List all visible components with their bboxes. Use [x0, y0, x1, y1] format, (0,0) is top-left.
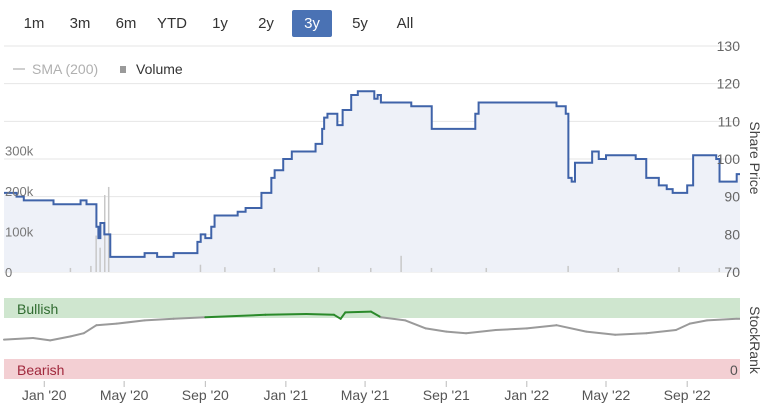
- volume-bar: [485, 267, 488, 272]
- volume-legend-label[interactable]: Volume: [136, 61, 183, 77]
- stockrank-segment: [465, 329, 497, 335]
- volume-tick-label: 300k: [5, 144, 34, 159]
- volume-bar: [107, 186, 110, 272]
- volume-bar: [317, 267, 320, 272]
- bullish-zone: [4, 298, 740, 318]
- x-tick-label: Jan '21: [263, 387, 308, 403]
- volume-bar: [99, 247, 101, 272]
- volume-legend-marker: [120, 66, 126, 73]
- x-tick-label: Jan '20: [22, 387, 67, 403]
- stockrank-segment: [49, 335, 72, 342]
- volume-bar: [273, 267, 276, 272]
- volume-bar: [400, 255, 402, 272]
- stockrank-segment: [688, 319, 708, 325]
- volume-bar: [69, 267, 72, 272]
- volume-bar: [567, 265, 569, 272]
- x-tick-label: May '22: [582, 387, 631, 403]
- stockrank-segment: [95, 322, 118, 327]
- price-tick-label: 90: [724, 189, 740, 205]
- stockrank-segment: [585, 330, 617, 336]
- stockrank-segment: [82, 324, 98, 335]
- x-axis-ticks: Jan '20 May '20 Sep '20 Jan '21 May '21 Sep '…: [22, 381, 711, 403]
- volume-tick-label: 0: [5, 265, 12, 280]
- volume-bar: [718, 267, 721, 272]
- stockrank-segment: [3, 337, 35, 341]
- volume-bar: [617, 267, 620, 272]
- bullish-zone-label: Bullish: [17, 301, 58, 317]
- stockrank-segment: [445, 330, 468, 335]
- stockrank-segment: [614, 332, 648, 336]
- bearish-zone-label: Bearish: [17, 362, 64, 378]
- stockrank-segment: [525, 324, 558, 330]
- stockrank-segment: [32, 337, 52, 342]
- stockrank-segment: [424, 327, 448, 333]
- stockrank-segment: [305, 313, 336, 316]
- stockrank-segment: [115, 319, 146, 325]
- price-tick-label: 70: [724, 264, 740, 280]
- x-tick-label: Sep '20: [182, 387, 229, 403]
- sma-legend-label[interactable]: SMA (200): [32, 61, 98, 77]
- x-tick-label: May '21: [341, 387, 390, 403]
- volume-tick-label: 200k: [5, 184, 34, 199]
- price-axis-label: Share Price: [747, 121, 763, 194]
- stockrank-axis-label: StockRank: [747, 306, 763, 375]
- stockrank-segment: [555, 324, 588, 333]
- price-tick-label: 80: [724, 226, 740, 242]
- volume-bar: [430, 267, 433, 272]
- volume-bar: [90, 265, 92, 272]
- bearish-zone: [4, 359, 740, 379]
- stockrank-segment: [494, 327, 528, 331]
- volume-bar: [224, 267, 226, 272]
- volume-bar: [199, 264, 202, 272]
- price-tick-label: 130: [717, 38, 741, 54]
- stockrank-segment: [705, 317, 738, 322]
- x-tick-label: Sep '22: [664, 387, 711, 403]
- stockrank-segment: [264, 313, 308, 316]
- stockrank-segment: [344, 310, 373, 314]
- volume-tick-label: 100k: [5, 225, 34, 240]
- x-tick-label: Sep '21: [423, 387, 470, 403]
- price-area-fill: [4, 91, 740, 272]
- chart-canvas: 130 120 110 100 90 80 70 300k 200k 100k 0 Share P…: [3, 38, 763, 403]
- volume-bar: [95, 235, 97, 272]
- stockrank-segment: [404, 319, 427, 330]
- volume-bar: [678, 267, 680, 272]
- x-tick-label: Jan '22: [504, 387, 549, 403]
- stockrank-segment: [674, 322, 691, 331]
- stockrank-segment: [645, 329, 677, 335]
- stockrank-zero-tick: 0: [730, 362, 738, 378]
- x-tick-label: May '20: [100, 387, 149, 403]
- price-tick-label: 110: [718, 113, 741, 129]
- stockrank-segment: [69, 332, 85, 338]
- chart-legend[interactable]: SMA (200) Volume: [13, 61, 183, 77]
- price-tick-label: 120: [717, 76, 741, 92]
- volume-bar: [370, 267, 372, 272]
- stockrank-segment: [143, 317, 175, 322]
- price-tick-label: 100: [717, 151, 741, 167]
